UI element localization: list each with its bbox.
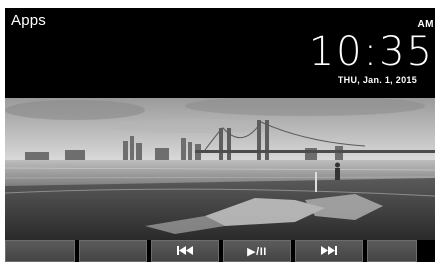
play-pause-label: ▶/II (247, 245, 267, 258)
head-unit-screen: Apps AM 10:35 THU, Jan. 1, 2015 ▶/II (5, 8, 435, 262)
previous-track-button[interactable] (151, 240, 219, 262)
status-bar: Apps AM 10:35 THU, Jan. 1, 2015 (5, 8, 435, 98)
previous-track-icon (177, 242, 193, 260)
clock-time: 10:35 (308, 29, 434, 75)
wallpaper-image (5, 98, 435, 240)
play-pause-button[interactable]: ▶/II (223, 240, 291, 262)
media-control-bar: ▶/II (5, 240, 435, 262)
control-button-6[interactable] (367, 240, 417, 262)
control-button-2[interactable] (79, 240, 147, 262)
next-track-icon (321, 242, 337, 260)
clock-date: THU, Jan. 1, 2015 (337, 75, 417, 85)
screen-title: Apps (11, 12, 46, 29)
control-button-1[interactable] (5, 240, 75, 262)
next-track-button[interactable] (295, 240, 363, 262)
